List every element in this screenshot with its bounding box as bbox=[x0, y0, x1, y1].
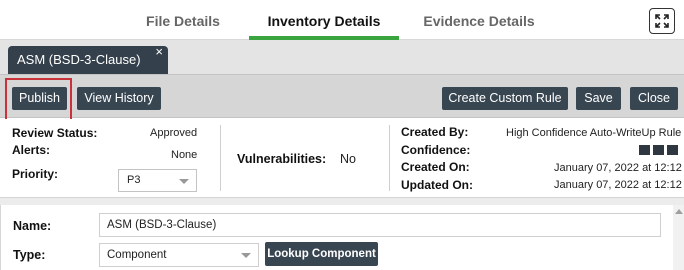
tab-evidence-details[interactable]: Evidence Details bbox=[400, 0, 558, 40]
close-icon[interactable]: × bbox=[155, 42, 163, 62]
toolbar: Publish View History Create Custom Rule … bbox=[0, 74, 684, 118]
lookup-component-button[interactable]: Lookup Component bbox=[265, 242, 378, 266]
review-status-value: Approved bbox=[150, 127, 198, 139]
tab-file-details[interactable]: File Details bbox=[118, 0, 248, 40]
created-by-value: High Confidence Auto-WriteUp Rule bbox=[506, 127, 682, 139]
type-select[interactable]: Component bbox=[99, 243, 259, 267]
info-panel: Review Status: Approved Alerts: None Pri… bbox=[0, 119, 684, 197]
expand-icon bbox=[655, 14, 669, 28]
tab-inventory-details[interactable]: Inventory Details bbox=[249, 0, 399, 40]
vulnerabilities-label: Vulnerabilities: bbox=[237, 152, 327, 166]
priority-select[interactable]: P3 bbox=[118, 169, 197, 192]
document-tab-label: ASM (BSD-3-Clause) bbox=[17, 52, 141, 67]
publish-highlight-box bbox=[5, 78, 72, 121]
document-tab[interactable]: ASM (BSD-3-Clause) × bbox=[8, 44, 168, 74]
review-status-label: Review Status: bbox=[12, 126, 98, 140]
vulnerabilities-value: No bbox=[340, 152, 356, 166]
updated-on-label: Updated On: bbox=[401, 178, 473, 192]
info-divider bbox=[389, 125, 390, 191]
scroll-up-icon[interactable] bbox=[675, 209, 683, 214]
type-label: Type: bbox=[13, 248, 46, 262]
document-tab-row: ASM (BSD-3-Clause) × bbox=[0, 40, 684, 74]
close-button[interactable]: Close bbox=[630, 87, 678, 110]
chevron-down-icon bbox=[179, 179, 189, 184]
inventory-form: Name: ASM (BSD-3-Clause) Type: Component… bbox=[0, 205, 684, 270]
top-tab-bar: File Details Inventory Details Evidence … bbox=[0, 0, 684, 40]
alerts-label: Alerts: bbox=[12, 143, 51, 157]
type-value: Component bbox=[107, 249, 167, 261]
confidence-label: Confidence: bbox=[401, 143, 471, 157]
save-button[interactable]: Save bbox=[576, 87, 621, 110]
expand-button[interactable] bbox=[649, 8, 675, 34]
name-label: Name: bbox=[13, 219, 52, 233]
confidence-indicator bbox=[639, 145, 678, 155]
scrollbar[interactable] bbox=[673, 205, 684, 270]
confidence-square-icon bbox=[667, 145, 678, 155]
created-on-value: January 07, 2022 at 12:12 bbox=[554, 162, 682, 174]
confidence-square-icon bbox=[653, 145, 664, 155]
priority-label: Priority: bbox=[12, 167, 59, 181]
chevron-down-icon bbox=[241, 253, 251, 258]
name-input[interactable]: ASM (BSD-3-Clause) bbox=[99, 213, 661, 237]
section-divider bbox=[0, 197, 684, 205]
info-divider bbox=[220, 125, 221, 191]
created-by-label: Created By: bbox=[401, 125, 469, 139]
created-on-label: Created On: bbox=[401, 160, 470, 174]
confidence-square-icon bbox=[639, 145, 650, 155]
alerts-value: None bbox=[171, 149, 198, 161]
priority-value: P3 bbox=[127, 174, 141, 186]
updated-on-value: January 07, 2022 at 12:12 bbox=[554, 179, 682, 191]
create-custom-rule-button[interactable]: Create Custom Rule bbox=[442, 87, 568, 110]
view-history-button[interactable]: View History bbox=[77, 87, 161, 110]
